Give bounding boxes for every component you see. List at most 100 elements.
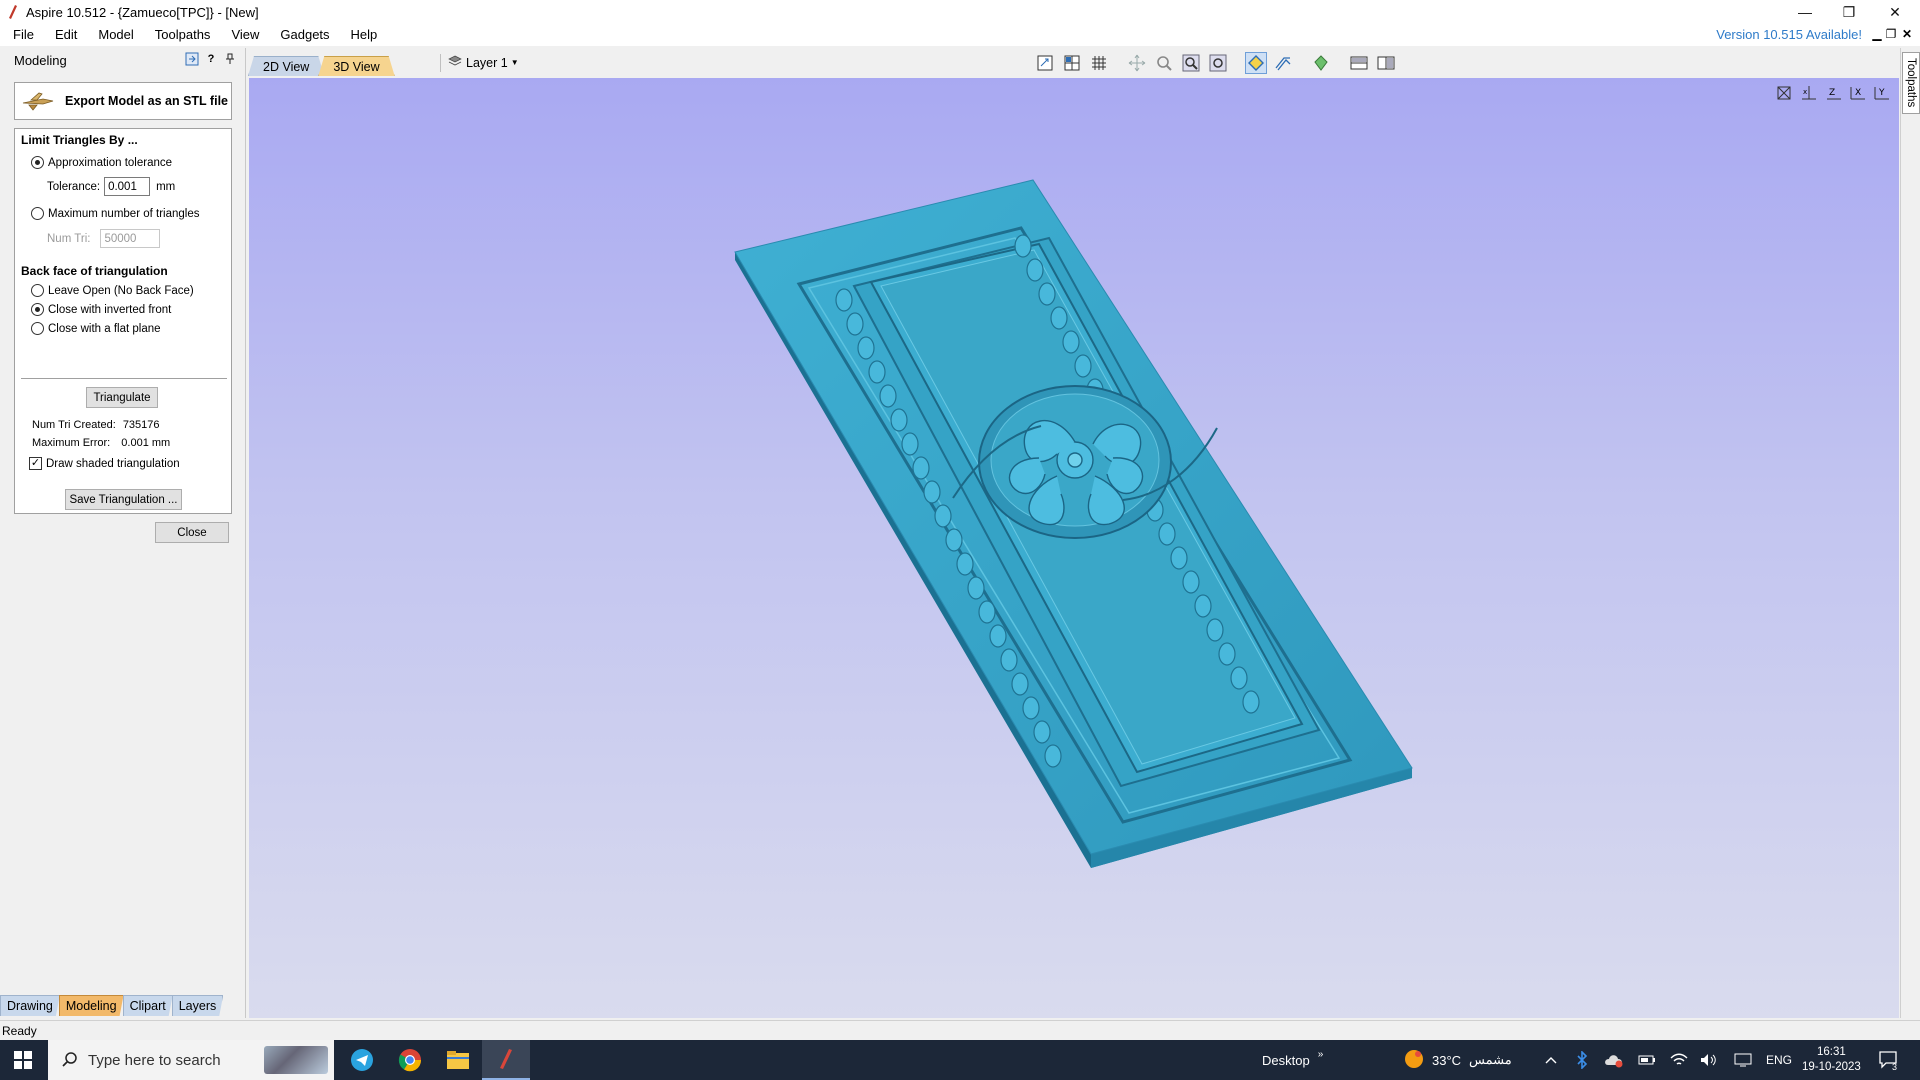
clock-date: 19-10-2023 bbox=[1802, 1061, 1861, 1073]
tab-2d-view[interactable]: 2D View bbox=[248, 56, 324, 76]
close-inverted-option[interactable]: Close with inverted front bbox=[31, 303, 171, 316]
max-error-value: 0.001 mm bbox=[121, 437, 171, 449]
tab-layers[interactable]: Layers bbox=[172, 995, 224, 1016]
shaded-view-icon[interactable] bbox=[1245, 52, 1267, 74]
tab-drawing[interactable]: Drawing bbox=[0, 995, 60, 1016]
chrome-app-icon[interactable] bbox=[386, 1040, 434, 1080]
material-icon[interactable] bbox=[1310, 52, 1332, 74]
menu-help[interactable]: Help bbox=[338, 24, 386, 46]
restore-button[interactable]: ❐ bbox=[1826, 0, 1872, 24]
tab-3d-view[interactable]: 3D View bbox=[318, 56, 394, 76]
tab-modeling[interactable]: Modeling bbox=[59, 995, 124, 1016]
notification-count: 3 bbox=[1892, 1062, 1898, 1072]
max-triangles-radio[interactable] bbox=[31, 207, 44, 220]
max-triangles-option[interactable]: Maximum number of triangles bbox=[31, 207, 199, 220]
weather-widget[interactable]: 33°C مشمس bbox=[1404, 1040, 1512, 1080]
search-icon bbox=[62, 1051, 78, 1070]
menu-model[interactable]: Model bbox=[85, 24, 141, 46]
save-triangulation-button[interactable]: Save Triangulation ... bbox=[65, 489, 182, 510]
leave-open-option[interactable]: Leave Open (No Back Face) bbox=[31, 284, 194, 297]
telegram-app-icon[interactable] bbox=[338, 1040, 386, 1080]
desktop-label: Desktop bbox=[1262, 1052, 1310, 1068]
mdi-minimize-icon[interactable]: ▁ bbox=[1870, 27, 1884, 41]
max-triangles-label: Maximum number of triangles bbox=[48, 207, 200, 220]
file-explorer-icon[interactable] bbox=[434, 1040, 482, 1080]
view-orientation-icons: x Z X Y bbox=[1775, 84, 1891, 102]
pan-icon[interactable] bbox=[1126, 52, 1148, 74]
menu-file[interactable]: File bbox=[0, 24, 42, 46]
bluetooth-icon[interactable] bbox=[1576, 1040, 1588, 1080]
fit-view-icon[interactable] bbox=[1034, 52, 1056, 74]
draw-shaded-checkbox[interactable]: ✓ bbox=[29, 457, 42, 470]
display-icon[interactable] bbox=[1734, 1040, 1752, 1080]
status-bar: Ready bbox=[0, 1020, 1920, 1040]
divider bbox=[21, 378, 227, 379]
draw-shaded-option[interactable]: ✓ Draw shaded triangulation bbox=[29, 457, 180, 470]
split-view-icon[interactable] bbox=[1061, 52, 1083, 74]
wifi-icon[interactable] bbox=[1670, 1040, 1688, 1080]
door-panel-model bbox=[734, 179, 1413, 868]
view-x-icon[interactable]: x bbox=[1799, 84, 1819, 102]
approximation-radio[interactable] bbox=[31, 156, 44, 169]
mdi-close-icon[interactable]: ✕ bbox=[1900, 27, 1914, 41]
export-stl-header: Export Model as an STL file bbox=[14, 82, 232, 120]
window-title: Aspire 10.512 - {Zamueco[TPC]} - [New] bbox=[26, 4, 259, 20]
help-icon[interactable]: ? bbox=[204, 52, 218, 66]
leave-open-radio[interactable] bbox=[31, 284, 44, 297]
stl-options: Limit Triangles By ... Approximation tol… bbox=[14, 128, 232, 514]
mdi-restore-icon[interactable]: ❐ bbox=[1884, 27, 1898, 41]
menu-view[interactable]: View bbox=[218, 24, 267, 46]
tolerance-input[interactable] bbox=[104, 177, 151, 196]
svg-text:x: x bbox=[1803, 88, 1807, 96]
cloud-sync-icon[interactable] bbox=[1604, 1040, 1624, 1080]
menu-edit[interactable]: Edit bbox=[42, 24, 85, 46]
language-indicator[interactable]: ENG bbox=[1766, 1040, 1792, 1080]
aspire-app-icon bbox=[6, 5, 20, 19]
menu-toolpaths[interactable]: Toolpaths bbox=[142, 24, 219, 46]
windows-start-icon[interactable] bbox=[0, 1040, 46, 1080]
clock[interactable]: 16:31 19-10-2023 bbox=[1802, 1040, 1861, 1080]
layout-horizontal-icon[interactable] bbox=[1348, 52, 1370, 74]
triangulate-button[interactable]: Triangulate bbox=[86, 387, 158, 408]
close-button[interactable]: ✕ bbox=[1872, 0, 1918, 24]
layer-dropdown[interactable]: Layer 1 ▼ bbox=[448, 55, 519, 70]
toolpaths-tab[interactable]: Toolpaths bbox=[1902, 52, 1920, 114]
close-flat-option[interactable]: Close with a flat plane bbox=[31, 322, 161, 335]
tolerance-row: Tolerance: mm bbox=[47, 177, 175, 196]
layout-vertical-icon[interactable] bbox=[1375, 52, 1397, 74]
chevron-up-icon[interactable] bbox=[1544, 1040, 1558, 1080]
chevron-double-icon: » bbox=[1317, 1048, 1324, 1060]
wireframe-view-icon[interactable] bbox=[1272, 52, 1294, 74]
close-flat-radio[interactable] bbox=[31, 322, 44, 335]
view-side-x-icon[interactable]: X bbox=[1847, 84, 1867, 102]
3d-viewport[interactable]: x Z X Y bbox=[249, 78, 1899, 1018]
taskbar-search[interactable]: Type here to search bbox=[48, 1040, 334, 1080]
battery-icon[interactable] bbox=[1638, 1040, 1656, 1080]
tab-clipart[interactable]: Clipart bbox=[123, 995, 173, 1016]
zoom-extents-icon[interactable] bbox=[1207, 52, 1229, 74]
search-placeholder: Type here to search bbox=[88, 1051, 221, 1069]
close-inverted-radio[interactable] bbox=[31, 303, 44, 316]
volume-icon[interactable] bbox=[1700, 1040, 1718, 1080]
pin-icon[interactable] bbox=[223, 52, 237, 66]
minimize-button[interactable]: — bbox=[1782, 0, 1828, 24]
leave-open-label: Leave Open (No Back Face) bbox=[48, 284, 194, 297]
version-available-link[interactable]: Version 10.515 Available! bbox=[1716, 24, 1862, 46]
view-tabs: 2D View 3D View bbox=[248, 52, 389, 76]
iso-view-icon[interactable] bbox=[1775, 84, 1795, 102]
grid-icon[interactable] bbox=[1088, 52, 1110, 74]
notifications-icon[interactable]: 3 bbox=[1878, 1040, 1900, 1080]
desktop-toolbar[interactable]: Desktop » bbox=[1262, 1040, 1323, 1080]
view-side-y-icon[interactable]: Y bbox=[1871, 84, 1891, 102]
svg-text:X: X bbox=[1855, 88, 1861, 98]
menu-gadgets[interactable]: Gadgets bbox=[267, 24, 337, 46]
aspire-taskbar-icon[interactable] bbox=[482, 1040, 530, 1080]
svg-text:Z: Z bbox=[1829, 88, 1835, 98]
approximation-tolerance-option[interactable]: Approximation tolerance bbox=[31, 156, 172, 169]
zoom-box-icon[interactable] bbox=[1153, 52, 1175, 74]
view-z-icon[interactable]: Z bbox=[1823, 84, 1843, 102]
panel-toggle-icon[interactable] bbox=[185, 52, 199, 66]
zoom-in-icon[interactable] bbox=[1180, 52, 1202, 74]
close-panel-button[interactable]: Close bbox=[155, 522, 229, 543]
status-text: Ready bbox=[2, 1023, 37, 1038]
